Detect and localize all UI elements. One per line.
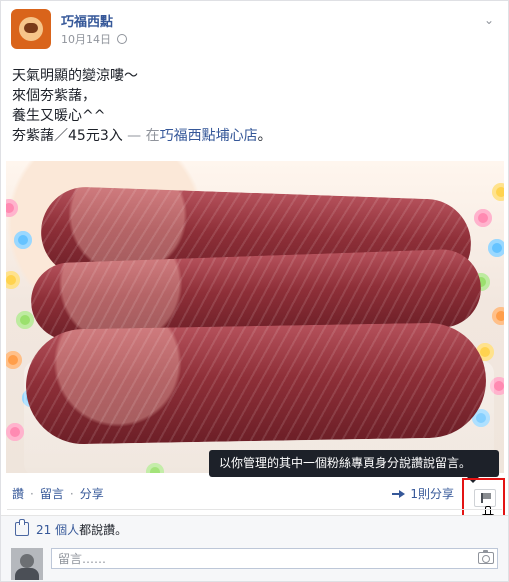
- like-action[interactable]: 讚: [12, 485, 24, 502]
- likes-suffix: 都說讚。: [79, 523, 128, 537]
- share-action[interactable]: 分享: [80, 485, 104, 502]
- post-body: 天氣明顯的變涼嘍～ 來個夯紫藷， 養生又暖心^^ 夯紫藷／45元3入 — 在巧福…: [12, 66, 498, 146]
- location-suffix: 。: [257, 128, 272, 144]
- camera-icon[interactable]: [478, 550, 494, 564]
- comment-input[interactable]: [51, 548, 498, 569]
- chevron-down-icon[interactable]: ⌄: [484, 13, 498, 27]
- post-text-line-2: 來個夯紫藷，: [12, 88, 96, 104]
- yam-3: [25, 321, 487, 446]
- location-link[interactable]: 巧福西點埔心店: [160, 128, 258, 144]
- comment-composer: [1, 542, 508, 581]
- likes-count-link[interactable]: 21 個人: [36, 523, 79, 537]
- location-separator: — 在: [122, 128, 160, 144]
- post-date[interactable]: 10月14日: [61, 31, 111, 47]
- actions-divider: [7, 509, 502, 510]
- comment-action[interactable]: 留言: [40, 485, 64, 502]
- post-header: 巧福西點 10月14日 ⌄: [11, 9, 498, 57]
- post-text-line-4: 夯紫藷／45元3入 — 在巧福西點埔心店。: [12, 126, 498, 146]
- globe-icon: [117, 34, 127, 44]
- action-dot-2: ·: [69, 486, 74, 501]
- share-count-link[interactable]: 1則分享: [392, 485, 454, 502]
- page-avatar[interactable]: [11, 9, 51, 49]
- post-photo[interactable]: [6, 161, 504, 473]
- post-text-line-1: 天氣明顯的變涼嘍～: [12, 68, 138, 84]
- post-text-line-3: 養生又暖心^^: [12, 108, 106, 124]
- action-dot-1: ·: [30, 486, 34, 501]
- post-card: 巧福西點 10月14日 ⌄ 天氣明顯的變涼嘍～ 來個夯紫藷， 養生又暖心^^ 夯…: [0, 0, 509, 582]
- share-count-text: 1則分享: [410, 487, 454, 501]
- reactions-bar: 21 個人都說讚。: [1, 515, 508, 543]
- post-meta: 10月14日: [61, 31, 127, 47]
- page-name-link[interactable]: 巧福西點: [61, 11, 113, 30]
- post-actions: 讚 · 留言 · 分享: [12, 485, 104, 502]
- share-arrow-icon: [392, 489, 406, 499]
- thumbs-up-icon: [15, 519, 29, 536]
- flag-icon[interactable]: [474, 489, 496, 507]
- likes-summary: 21 個人都說讚。: [36, 521, 127, 538]
- user-avatar: [11, 548, 43, 580]
- comment-as-page-tooltip: 以你管理的其中一個粉絲專頁身分說讚說留言。: [209, 450, 499, 483]
- post-text-line-4-prefix: 夯紫藷／45元3入: [12, 128, 123, 144]
